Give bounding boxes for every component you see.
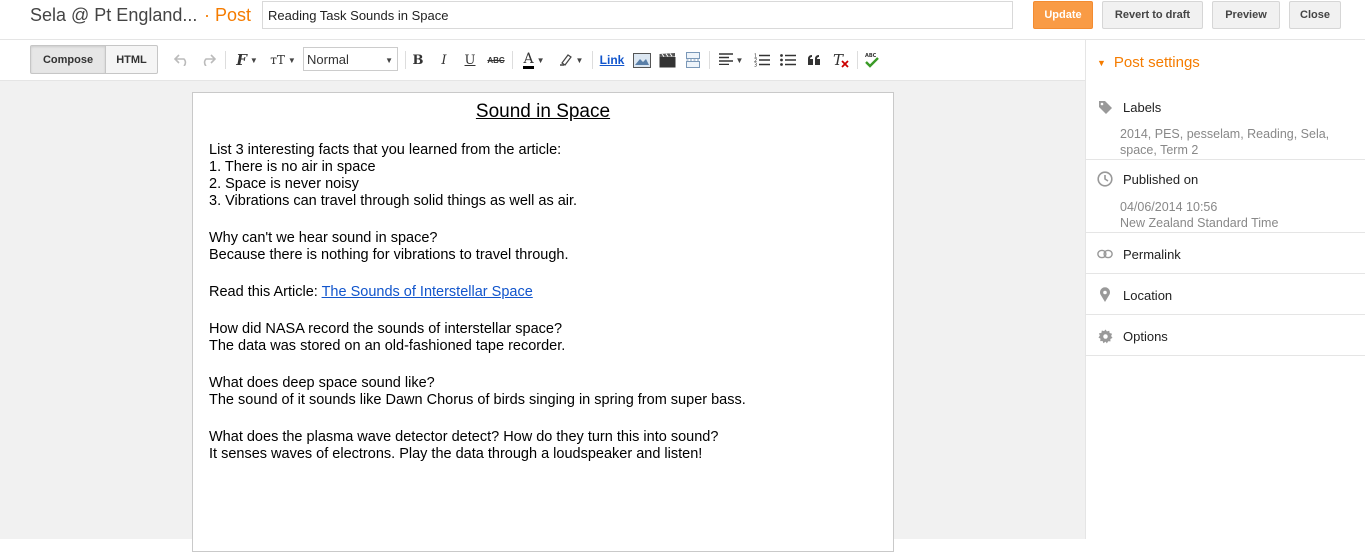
published-date: 04/06/2014 10:56 [1120,200,1218,214]
strikethrough-button[interactable]: ABC [486,50,506,70]
alignment-dropdown[interactable]: ▼ [717,50,745,70]
text-color-icon: A [523,50,534,69]
numbered-list-icon[interactable]: 123 [754,50,770,70]
post-title-input[interactable] [262,1,1013,29]
published-title: Published on [1123,171,1199,187]
align-icon [718,52,733,68]
breadcrumb-separator: · [204,5,210,25]
format-select[interactable]: Normal ▼ [303,47,398,71]
chevron-down-icon: ▼ [575,55,584,65]
question-4: What does the plasma wave detector detec… [209,429,719,445]
chevron-down-icon: ▼ [735,55,744,65]
read-article-prefix: Read this Article: [209,284,322,300]
options-section[interactable]: Options [1086,315,1365,356]
question-3: What does deep space sound like? [209,375,435,391]
labels-value: 2014, PES, pesselam, Reading, Sela, spac… [1120,127,1330,157]
italic-button[interactable]: I [437,50,451,70]
blog-name[interactable]: Sela @ Pt England... [30,5,197,26]
toolbar-divider [512,51,513,69]
post-body-editor[interactable]: Sound in Space List 3 interesting facts … [192,92,894,552]
post-label: Post [215,5,252,25]
chevron-down-icon: ▼ [385,56,393,65]
chevron-down-icon: ▼ [287,55,296,65]
underline-button[interactable]: U [463,50,477,70]
chevron-down-icon: ▼ [536,55,545,65]
video-icon[interactable] [658,50,676,70]
answer-4: It senses waves of electrons. Play the d… [209,446,703,462]
labels-row: Labels [1086,88,1365,115]
tag-icon [1097,99,1113,115]
toolbar-divider [225,51,226,69]
text-color-dropdown[interactable]: A ▼ [519,50,549,70]
html-mode-button[interactable]: HTML [106,45,158,74]
fact-2: 2. Space is never noisy [209,176,359,192]
toolbar-divider [405,51,406,69]
permalink-section[interactable]: Permalink [1086,233,1365,274]
editor-header: Sela @ Pt England... · Post Update Rever… [0,0,1365,40]
font-icon: F [236,51,247,69]
location-section[interactable]: Location [1086,274,1365,315]
options-title: Options [1123,328,1168,344]
revert-to-draft-button[interactable]: Revert to draft [1102,1,1203,29]
facts-intro: List 3 interesting facts that you learne… [209,142,562,158]
font-family-dropdown[interactable]: F ▼ [233,50,261,70]
clock-icon [1097,171,1113,187]
fact-1: 1. There is no air in space [209,159,376,175]
answer-2: The data was stored on an old-fashioned … [209,338,566,354]
permalink-row: Permalink [1086,233,1365,262]
close-button[interactable]: Close [1289,1,1341,29]
highlight-icon [559,52,573,69]
labels-title: Labels [1123,99,1162,115]
fact-3: 3. Vibrations can travel through solid t… [209,193,578,209]
question-2: How did NASA record the sounds of inters… [209,321,563,337]
question-1: Why can't we hear sound in space? [209,230,438,246]
answer-1: Because there is nothing for vibrations … [209,247,569,263]
text-size-icon: тT [270,53,285,67]
published-section[interactable]: Published on 04/06/2014 10:56 New Zealan… [1086,160,1365,233]
location-row: Location [1086,274,1365,303]
clear-format-icon[interactable]: T [833,50,849,70]
bullet-list-icon[interactable] [780,50,796,70]
redo-icon[interactable] [200,50,216,70]
jump-break-icon[interactable] [685,50,701,70]
post-settings-sidebar: ▼ Post settings Labels 2014, PES, pessel… [1085,40,1365,539]
highlight-dropdown[interactable]: ▼ [557,50,585,70]
gear-icon [1097,328,1113,344]
permalink-title: Permalink [1123,246,1181,262]
options-row: Options [1086,315,1365,344]
article-link[interactable]: The Sounds of Interstellar Space [322,284,533,300]
published-timezone: New Zealand Standard Time [1120,216,1279,230]
editor-canvas: Sound in Space List 3 interesting facts … [0,81,1085,552]
quote-icon[interactable] [806,50,822,70]
triangle-down-icon: ▼ [1097,57,1106,68]
bold-button[interactable]: B [411,50,425,70]
document-title: Sound in Space [475,101,611,122]
answer-3: The sound of it sounds like Dawn Chorus … [209,392,746,408]
toolbar-divider [857,51,858,69]
compose-mode-button[interactable]: Compose [30,45,106,74]
map-pin-icon [1097,287,1113,303]
mode-toggle: Compose HTML [30,45,158,74]
post-settings-heading[interactable]: ▼ Post settings [1097,54,1200,71]
undo-icon[interactable] [174,50,190,70]
spellcheck-icon[interactable]: ABC [864,50,880,70]
insert-link-button[interactable]: Link [599,50,625,70]
toolbar-divider [709,51,710,69]
image-icon[interactable] [633,50,651,70]
update-button[interactable]: Update [1033,1,1093,29]
chevron-down-icon: ▼ [249,55,258,65]
editor-toolbar: Compose HTML F ▼ тT ▼ Normal ▼ B I U ABC A… [0,40,1085,81]
text-size-dropdown[interactable]: тT ▼ [268,50,298,70]
svg-text:ABC: ABC [865,53,877,59]
preview-button[interactable]: Preview [1212,1,1280,29]
post-settings-title: Post settings [1113,54,1200,71]
svg-text:3: 3 [754,63,757,68]
location-title: Location [1123,287,1173,303]
link-icon [1097,246,1113,262]
read-article-line: Read this Article: The Sounds of Interst… [209,284,877,301]
toolbar-divider [592,51,593,69]
format-select-value: Normal [307,51,349,67]
published-row: Published on [1086,160,1365,187]
labels-section[interactable]: Labels 2014, PES, pesselam, Reading, Sel… [1086,88,1365,160]
